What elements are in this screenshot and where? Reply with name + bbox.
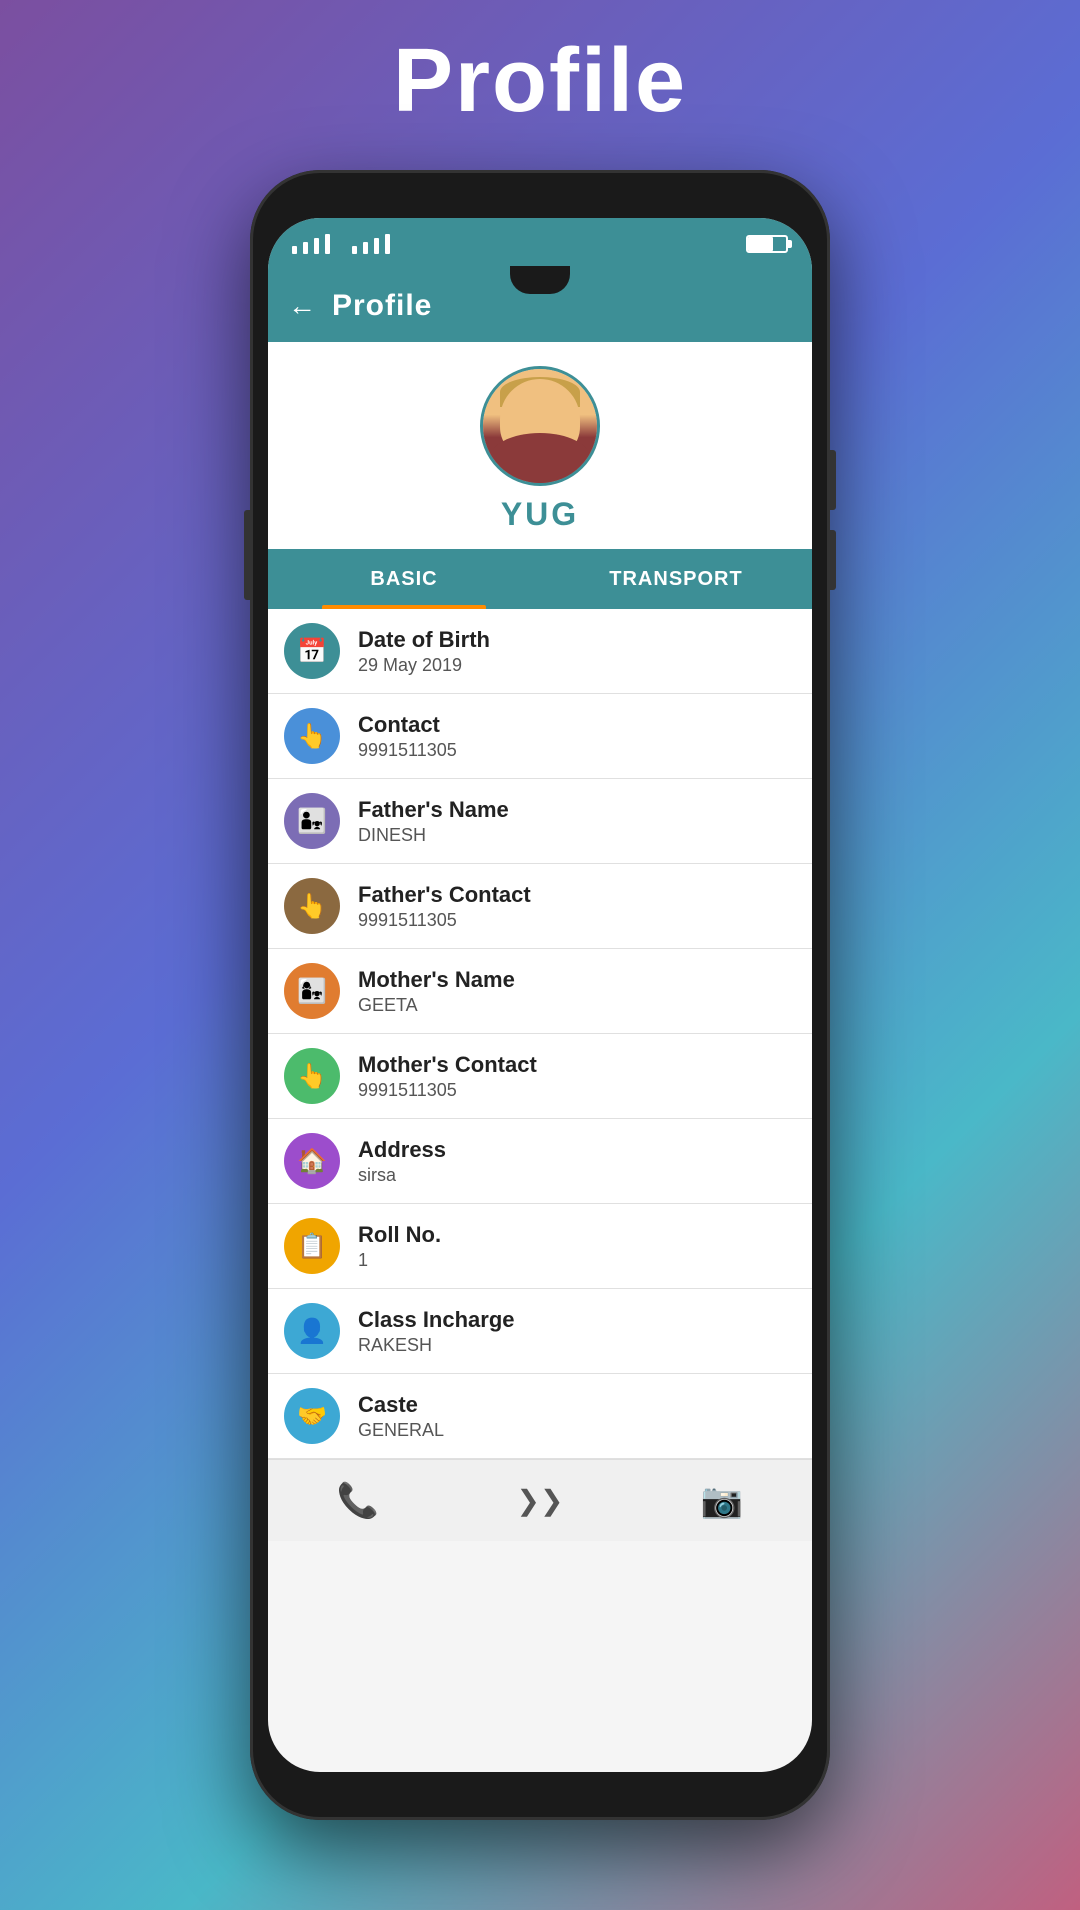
volume-down-button bbox=[830, 530, 836, 590]
phone-screen: ← Profile YUG BASIC TRANSPORT bbox=[268, 218, 812, 1772]
info-row-rollNo: 📋 Roll No. 1 bbox=[268, 1204, 812, 1289]
address-icon: 🏠 bbox=[297, 1147, 327, 1176]
rollNo-icon: 📋 bbox=[297, 1232, 327, 1261]
battery-fill bbox=[748, 237, 773, 251]
motherContact-icon: 👆 bbox=[297, 1062, 327, 1091]
icon-dob: 📅 bbox=[284, 623, 340, 679]
info-text-motherContact: Mother's Contact 9991511305 bbox=[358, 1052, 537, 1101]
icon-motherContact: 👆 bbox=[284, 1048, 340, 1104]
info-value-dob: 29 May 2019 bbox=[358, 655, 490, 676]
contact-icon: 👆 bbox=[297, 722, 327, 751]
classIncharge-icon: 👤 bbox=[297, 1317, 327, 1346]
info-text-contact: Contact 9991511305 bbox=[358, 712, 457, 761]
info-label-caste: Caste bbox=[358, 1392, 444, 1418]
camera-nav-icon[interactable]: 📷 bbox=[701, 1481, 743, 1521]
info-value-caste: GENERAL bbox=[358, 1420, 444, 1441]
tab-basic[interactable]: BASIC bbox=[268, 549, 540, 609]
icon-classIncharge: 👤 bbox=[284, 1303, 340, 1359]
info-value-motherContact: 9991511305 bbox=[358, 1080, 537, 1101]
signal-bar-3 bbox=[314, 238, 319, 254]
info-text-address: Address sirsa bbox=[358, 1137, 446, 1186]
info-list: 📅 Date of Birth 29 May 2019 👆 Contact 99… bbox=[268, 609, 812, 1459]
info-label-fatherName: Father's Name bbox=[358, 797, 509, 823]
info-value-fatherContact: 9991511305 bbox=[358, 910, 531, 931]
signal-bar-6 bbox=[363, 242, 368, 254]
page-title: Profile bbox=[0, 30, 1080, 133]
bottom-nav: 📞 ❯❯ 📷 bbox=[268, 1459, 812, 1541]
back-button[interactable]: ← bbox=[288, 290, 316, 322]
icon-fatherContact: 👆 bbox=[284, 878, 340, 934]
signal-bar-5 bbox=[352, 246, 357, 254]
info-text-rollNo: Roll No. 1 bbox=[358, 1222, 441, 1271]
tabs-row: BASIC TRANSPORT bbox=[268, 549, 812, 609]
tab-transport[interactable]: TRANSPORT bbox=[540, 549, 812, 609]
icon-contact: 👆 bbox=[284, 708, 340, 764]
profile-section: YUG bbox=[268, 342, 812, 549]
caste-icon: 🤝 bbox=[297, 1402, 327, 1431]
signal-icons bbox=[292, 234, 390, 254]
info-value-rollNo: 1 bbox=[358, 1250, 441, 1271]
info-text-dob: Date of Birth 29 May 2019 bbox=[358, 627, 490, 676]
signal-bar-8 bbox=[385, 234, 390, 254]
info-row-caste: 🤝 Caste GENERAL bbox=[268, 1374, 812, 1459]
phone-mockup: ← Profile YUG BASIC TRANSPORT bbox=[250, 170, 830, 1820]
info-row-contact: 👆 Contact 9991511305 bbox=[268, 694, 812, 779]
icon-address: 🏠 bbox=[284, 1133, 340, 1189]
notch bbox=[510, 266, 570, 294]
info-row-motherName: 👩‍👧 Mother's Name GEETA bbox=[268, 949, 812, 1034]
icon-motherName: 👩‍👧 bbox=[284, 963, 340, 1019]
info-label-fatherContact: Father's Contact bbox=[358, 882, 531, 908]
info-label-motherName: Mother's Name bbox=[358, 967, 515, 993]
signal-bar-2 bbox=[303, 242, 308, 254]
info-label-motherContact: Mother's Contact bbox=[358, 1052, 537, 1078]
motherName-icon: 👩‍👧 bbox=[297, 977, 327, 1006]
avatar-face bbox=[483, 369, 597, 483]
home-nav-icon[interactable]: ❯❯ bbox=[517, 1484, 564, 1517]
info-row-fatherName: 👨‍👧 Father's Name DINESH bbox=[268, 779, 812, 864]
info-row-classIncharge: 👤 Class Incharge RAKESH bbox=[268, 1289, 812, 1374]
info-text-motherName: Mother's Name GEETA bbox=[358, 967, 515, 1016]
icon-fatherName: 👨‍👧 bbox=[284, 793, 340, 849]
info-label-classIncharge: Class Incharge bbox=[358, 1307, 515, 1333]
dob-icon: 📅 bbox=[297, 637, 327, 666]
info-label-address: Address bbox=[358, 1137, 446, 1163]
power-button bbox=[244, 510, 250, 600]
info-row-fatherContact: 👆 Father's Contact 9991511305 bbox=[268, 864, 812, 949]
phone-nav-icon[interactable]: 📞 bbox=[337, 1481, 379, 1521]
info-value-classIncharge: RAKESH bbox=[358, 1335, 515, 1356]
student-name: YUG bbox=[501, 496, 579, 533]
info-label-rollNo: Roll No. bbox=[358, 1222, 441, 1248]
battery-indicator bbox=[746, 235, 788, 253]
signal-bar-7 bbox=[374, 238, 379, 254]
status-bar bbox=[268, 218, 812, 270]
signal-bar-4 bbox=[325, 234, 330, 254]
volume-up-button bbox=[830, 450, 836, 510]
info-text-classIncharge: Class Incharge RAKESH bbox=[358, 1307, 515, 1356]
info-row-address: 🏠 Address sirsa bbox=[268, 1119, 812, 1204]
info-label-dob: Date of Birth bbox=[358, 627, 490, 653]
info-value-contact: 9991511305 bbox=[358, 740, 457, 761]
info-value-address: sirsa bbox=[358, 1165, 446, 1186]
info-text-fatherContact: Father's Contact 9991511305 bbox=[358, 882, 531, 931]
info-row-motherContact: 👆 Mother's Contact 9991511305 bbox=[268, 1034, 812, 1119]
info-value-motherName: GEETA bbox=[358, 995, 515, 1016]
info-row-dob: 📅 Date of Birth 29 May 2019 bbox=[268, 609, 812, 694]
phone-body: ← Profile YUG BASIC TRANSPORT bbox=[250, 170, 830, 1820]
fatherName-icon: 👨‍👧 bbox=[297, 807, 327, 836]
info-text-fatherName: Father's Name DINESH bbox=[358, 797, 509, 846]
header-title: Profile bbox=[332, 289, 432, 323]
info-value-fatherName: DINESH bbox=[358, 825, 509, 846]
avatar-body bbox=[490, 433, 590, 483]
icon-caste: 🤝 bbox=[284, 1388, 340, 1444]
info-label-contact: Contact bbox=[358, 712, 457, 738]
icon-rollNo: 📋 bbox=[284, 1218, 340, 1274]
signal-bar-1 bbox=[292, 246, 297, 254]
avatar bbox=[480, 366, 600, 486]
info-text-caste: Caste GENERAL bbox=[358, 1392, 444, 1441]
fatherContact-icon: 👆 bbox=[297, 892, 327, 921]
